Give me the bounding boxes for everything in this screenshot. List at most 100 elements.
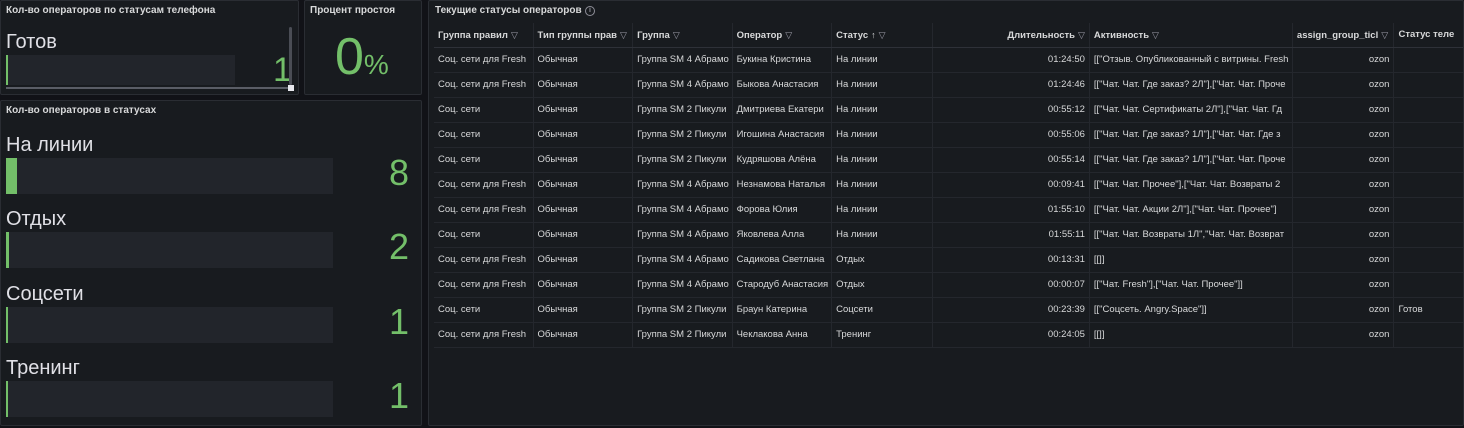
table-row[interactable]: Соц. сети Обычная Группа SM 2 Пикули Игошин… [434,123,1463,148]
table-row[interactable]: Соц. сети для Fresh Обычная Группа SM 4 Аб… [434,73,1463,98]
table-row[interactable]: Соц. сети для Fresh Обычная Группа SM 4 Аб… [434,273,1463,298]
bar-gauge-track [6,158,333,194]
info-icon[interactable]: i [585,6,595,16]
column-header-label: Оператор [736,30,783,41]
column-header-activity[interactable]: Активность ▽ [1090,23,1293,47]
table-cell-rule-group: Соц. сети для Fresh [434,273,534,297]
bar-gauge-fill [6,158,17,194]
table-cell-phone-status [1394,48,1463,72]
table-cell-rule-group: Соц. сети для Fresh [434,198,534,222]
table-cell-activity: [["Чат. Fresh"],["Чат. Чат. Прочее"]] [1090,273,1293,297]
table-cell-group-type: Обычная [534,173,634,197]
table-cell-phone-status [1394,148,1463,172]
status-count: 1 [388,301,409,342]
table-row[interactable]: Соц. сети для Fresh Обычная Группа SM 4 Аб… [434,173,1463,198]
table-row[interactable]: Соц. сети для Fresh Обычная Группа SM 4 Аб… [434,48,1463,73]
table-cell-rule-group: Соц. сети для Fresh [434,73,534,97]
table-row[interactable]: Соц. сети Обычная Группа SM 2 Пикули Браун … [434,298,1463,323]
table-row[interactable]: Соц. сети Обычная Группа SM 2 Пикули Дмитри… [434,98,1463,123]
table-cell-duration: 00:55:12 [933,98,1090,122]
column-header-assign-group[interactable]: assign_group_ticl ▽ [1293,23,1395,47]
filter-icon[interactable]: ▽ [1078,23,1085,47]
table-cell-group: Группа SM 2 Пикули [633,323,733,347]
table-cell-group: Группа SM 4 Абрамо [633,223,733,247]
horizontal-scrollbar[interactable] [6,87,290,89]
status-label: На линии [6,134,94,156]
table-cell-assign-group: ozon [1293,173,1395,197]
column-header-group-type[interactable]: Тип группы прав ▽ [534,23,634,47]
table-cell-assign-group: ozon [1293,48,1395,72]
table-row[interactable]: Соц. сети Обычная Группа SM 4 Абрамо Яковле… [434,223,1463,248]
column-header-label: Статус теле [1398,29,1455,40]
stat-unit: % [363,49,389,80]
table-cell-assign-group: ozon [1293,73,1395,97]
table-cell-phone-status [1394,173,1463,197]
operators-table: Группа правил ▽ Тип группы прав ▽ Группа ▽ Опе… [434,23,1463,348]
column-header-rule-group[interactable]: Группа правил ▽ [434,23,534,47]
column-header-label: Тип группы прав [537,30,618,41]
column-header-duration[interactable]: Длительность ▽ [933,23,1090,47]
column-header-label: Активность [1093,30,1150,41]
status-label: Отдых [6,208,67,230]
panel-title: Кол-во операторов по статусам телефона [6,5,216,16]
bar-gauge-fill [6,307,8,343]
table-cell-assign-group: ozon [1293,148,1395,172]
table-cell-group: Группа SM 4 Абрамо [633,73,733,97]
bar-gauge-track [6,232,333,268]
idle-percent-panel: Процент простоя 0% [304,0,422,95]
table-cell-duration: 00:23:39 [933,298,1090,322]
table-cell-activity: [["Отзыв. Опубликованный с витрины. Fres… [1090,48,1293,72]
status-count: 8 [388,152,409,193]
filter-icon[interactable]: ▽ [1381,23,1388,47]
table-cell-group: Группа SM 2 Пикули [633,298,733,322]
column-header-status[interactable]: Статус ↑ ▽ [832,23,933,47]
sort-ascending-icon[interactable]: ↑ [871,23,876,47]
panel-title: Процент простоя [310,5,396,16]
table-cell-duration: 00:13:31 [933,248,1090,272]
table-cell-duration: 00:09:41 [933,173,1090,197]
table-cell-phone-status [1394,273,1463,297]
table-cell-group: Группа SM 4 Абрамо [633,198,733,222]
table-cell-phone-status [1394,73,1463,97]
column-header-label: assign_group_ticl [1296,30,1379,41]
table-cell-activity: [["Соцсеть. Angry.Space"]] [1090,298,1293,322]
table-cell-status: На линии [832,148,933,172]
table-cell-group: Группа SM 2 Пикули [633,148,733,172]
table-cell-rule-group: Соц. сети для Fresh [434,323,534,347]
table-cell-rule-group: Соц. сети [434,123,534,147]
table-cell-phone-status [1394,98,1463,122]
table-cell-status: На линии [832,223,933,247]
filter-icon[interactable]: ▽ [673,23,680,47]
column-header-group[interactable]: Группа ▽ [633,23,733,47]
table-row[interactable]: Соц. сети для Fresh Обычная Группа SM 4 Аб… [434,248,1463,273]
table-cell-phone-status: Готов [1394,298,1463,322]
resize-handle[interactable] [288,85,294,91]
table-cell-activity: [["Чат. Чат. Акции 2Л"],["Чат. Чат. Проч… [1090,198,1293,222]
table-row[interactable]: Соц. сети Обычная Группа SM 2 Пикули Кудряш… [434,148,1463,173]
bar-gauge-track [6,307,333,343]
table-cell-group: Группа SM 4 Абрамо [633,173,733,197]
table-cell-operator: Кудряшова Алёна [733,148,833,172]
table-cell-duration: 01:55:10 [933,198,1090,222]
vertical-scrollbar[interactable] [289,27,292,85]
table-row[interactable]: Соц. сети для Fresh Обычная Группа SM 2 Пи… [434,323,1463,348]
filter-icon[interactable]: ▽ [620,23,627,47]
filter-icon[interactable]: ▽ [1152,23,1159,47]
table-cell-operator: Яковлева Алла [733,223,833,247]
table-cell-activity: [["Чат. Чат. Прочее"],["Чат. Чат. Возвра… [1090,173,1293,197]
filter-icon[interactable]: ▽ [511,23,518,47]
filter-icon[interactable]: ▽ [785,23,792,47]
table-cell-phone-status [1394,248,1463,272]
column-header-phone-status[interactable]: Статус теле [1394,23,1463,47]
table-cell-assign-group: ozon [1293,273,1395,297]
filter-icon[interactable]: ▽ [879,23,886,47]
column-header-operator[interactable]: Оператор ▽ [733,23,833,47]
phone-status-panel: Кол-во операторов по статусам телефона Г… [0,0,299,95]
table-cell-phone-status [1394,123,1463,147]
table-cell-status: На линии [832,98,933,122]
table-cell-duration: 00:55:14 [933,148,1090,172]
status-row: Отдых 2 [1,208,421,282]
table-row[interactable]: Соц. сети для Fresh Обычная Группа SM 4 Аб… [434,198,1463,223]
table-cell-rule-group: Соц. сети [434,223,534,247]
operator-statuses-table-panel: Текущие статусы операторов i Группа прав… [428,0,1464,426]
